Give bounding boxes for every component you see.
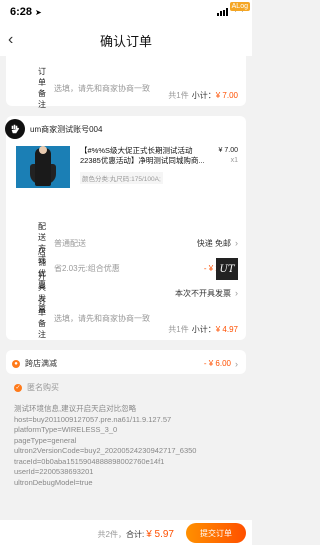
debug-line: userId=2200538693201 [14, 467, 94, 476]
checkbox-checked-icon[interactable]: ✓ [14, 383, 22, 392]
shop-subtotal-price: ¥ 4.97 [215, 325, 238, 334]
debug-line: 测试环境信息,建议开启天启对比忽略 [14, 404, 137, 413]
shop-logo [5, 119, 25, 139]
page-title: 确认订单 [99, 33, 152, 49]
remark-placeholder: 选填，请先和商家协商一致 [54, 313, 150, 323]
debug-line: platformType=WIRELESS_3_0 [14, 425, 118, 434]
total-label: 合计: [125, 530, 145, 539]
debug-line: host=buy2011009127057.pre.na61/11.9.127.… [14, 414, 172, 424]
total-row: 共2件， 合计: ¥ 5.97 [0, 529, 180, 540]
shop-subtotal-row: 共1件 小计： ¥ 4.97 [6, 324, 246, 335]
cross-store-amount: - ¥ 6.00 [203, 359, 231, 368]
shop-subtotal-label: 小计： [191, 325, 216, 334]
status-time: 6:28 [10, 6, 33, 18]
back-icon[interactable]: ‹ [8, 32, 24, 48]
product-image[interactable] [16, 146, 70, 188]
debug-line: ultron2VersionCode=buy2_2020052423094271… [14, 446, 197, 455]
anonymous-label: 匿名购买 [27, 383, 59, 392]
product-spec: 颜色分类:丸尺码:175/100A; [80, 172, 163, 184]
location-arrow-icon: ➤ [35, 7, 42, 17]
submit-order-button[interactable]: 提交订单 [186, 523, 246, 543]
product-quantity: x1 [230, 157, 238, 164]
bottom-bar: 共2件， 合计: ¥ 5.97 提交订单 [0, 520, 252, 545]
total-price: ¥ 5.97 [146, 529, 174, 540]
product-title[interactable]: 【#%%S级大促正式长期测试活动22385优惠活动】净明测试同城购商... [80, 146, 210, 166]
total-count: 共2件， [97, 530, 126, 539]
alog-badge[interactable]: ALog [229, 2, 250, 11]
order-remark-row[interactable]: 订单备注 选填，请先和商家协商一致 [6, 66, 246, 110]
brand-logo: UT [216, 258, 238, 280]
subtotal-label: 小计： [191, 91, 216, 100]
product-price: ¥ 7.00 [218, 147, 238, 154]
debug-line: traceId=0b0aba1515904888898002760e14f1 [14, 456, 165, 466]
signal-icon [217, 8, 228, 16]
previous-shop-card: 订单备注 选填，请先和商家协商一致 共1件 小计： ¥ 7.00 [6, 56, 246, 109]
shop-name[interactable]: um商家测试账号004 [30, 124, 102, 135]
chevron-right-icon: › [235, 358, 238, 369]
cross-store-label: 跨店满减 [25, 359, 57, 368]
order-remark-label: 订单备注 [38, 67, 46, 109]
navigation-bar: ‹ 确认订单 [0, 24, 252, 56]
debug-line: ultronDebugModel=true [14, 477, 93, 487]
subtotal-price: ¥ 7.00 [215, 91, 238, 100]
subtotal-count: 共1件 [168, 91, 189, 100]
cross-store-card[interactable]: ● 跨店满减 - ¥ 6.00 › [6, 350, 246, 374]
shop-subtotal-count: 共1件 [168, 325, 189, 334]
subtotal-row: 共1件 小计： ¥ 7.00 [6, 90, 246, 101]
status-bar: 6:28 ➤ ALog [0, 0, 252, 24]
cross-store-row[interactable]: ● 跨店满减 - ¥ 6.00 › [6, 358, 246, 369]
discount-icon: ● [12, 359, 20, 368]
hand-icon [11, 124, 20, 134]
debug-line: pageType=general [14, 435, 77, 445]
anonymous-row[interactable]: ✓ 匿名购买 [14, 382, 214, 393]
debug-info: 测试环境信息,建议开启天启对比忽略 host=buy2011009127057.… [14, 404, 244, 488]
shop-card: um商家测试账号004 【#%%S级大促正式长期测试活动22385优惠活动】净明… [5, 116, 246, 340]
